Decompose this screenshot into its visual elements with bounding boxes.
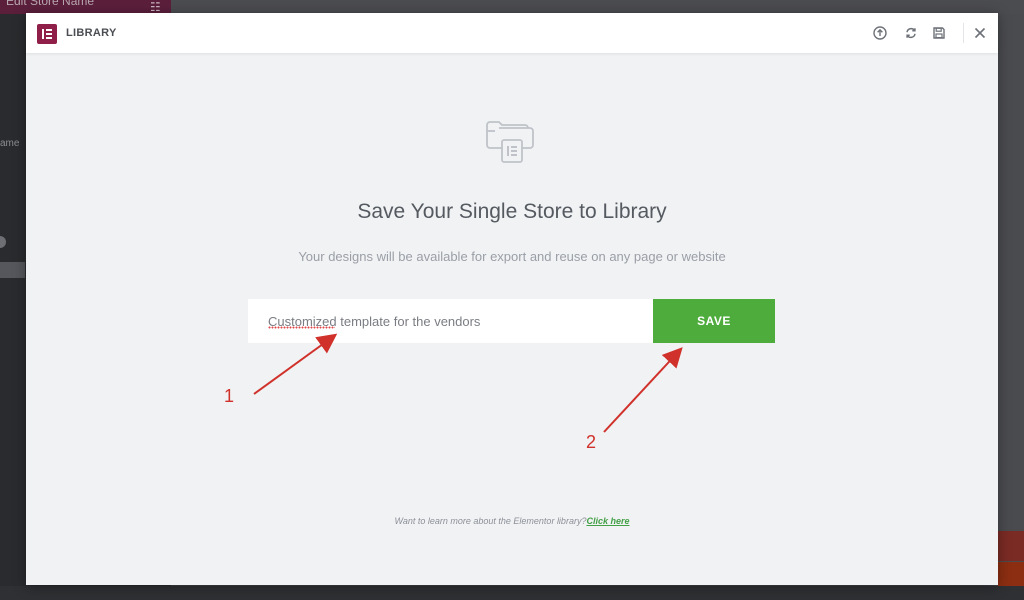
upload-icon[interactable] (872, 25, 888, 41)
side-panel-bar (0, 262, 25, 278)
preview-block (998, 531, 1024, 561)
grid-icon: ☷ (150, 0, 161, 14)
template-name-input[interactable] (248, 299, 653, 343)
side-panel-header: Edit Store Name ☷ (0, 0, 171, 14)
side-panel-label: ame (0, 138, 20, 149)
editor-top-bar (171, 0, 1024, 14)
library-modal: LIBRARY Save Your Single Store to Librar… (26, 13, 998, 585)
modal-subline: Your designs will be available for expor… (298, 249, 726, 264)
editor-preview-edge (998, 14, 1024, 600)
modal-header: LIBRARY (26, 13, 998, 53)
elementor-logo-icon (37, 24, 57, 44)
side-panel-title: Edit Store Name (6, 0, 95, 8)
save-icon[interactable] (931, 25, 947, 41)
click-here-link[interactable]: Click here (586, 516, 629, 526)
footer-note: Want to learn more about the Elementor l… (26, 516, 998, 526)
header-divider (963, 23, 964, 43)
folder-template-icon (484, 109, 540, 165)
spellcheck-underline (268, 326, 335, 329)
close-icon[interactable] (972, 25, 988, 41)
side-panel-toggle (0, 236, 6, 248)
save-button[interactable]: SAVE (653, 299, 775, 343)
sync-icon[interactable] (903, 25, 919, 41)
footer-text: Want to learn more about the Elementor l… (394, 516, 587, 526)
modal-headline: Save Your Single Store to Library (357, 200, 667, 223)
annotation-marker-1: 1 (224, 386, 235, 406)
modal-title: LIBRARY (66, 27, 117, 39)
editor-bottom-bar (0, 586, 1024, 600)
annotation-marker-2: 2 (586, 432, 597, 452)
